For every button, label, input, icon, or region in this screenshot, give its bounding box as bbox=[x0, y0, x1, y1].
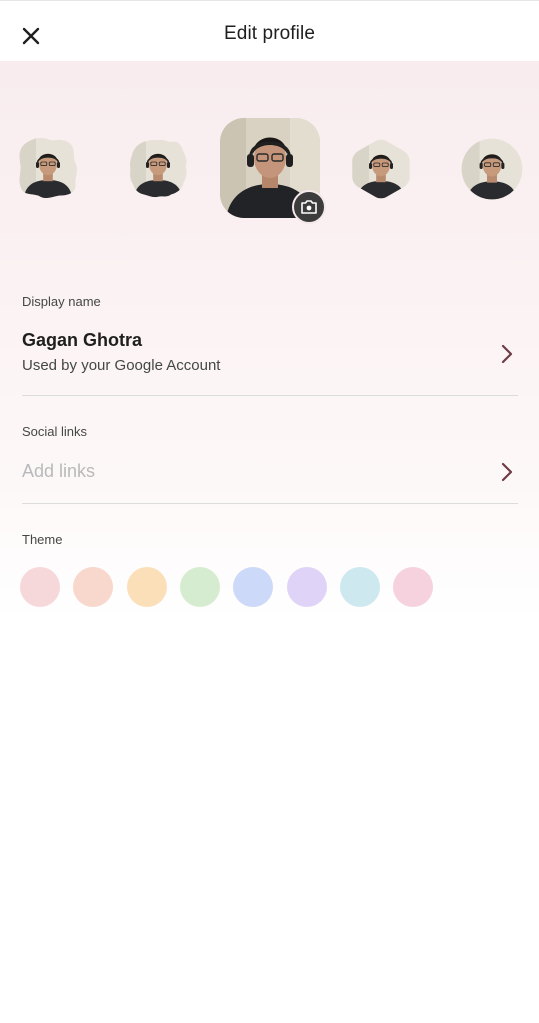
avatar-shape-hexagon[interactable] bbox=[351, 138, 411, 200]
add-links-placeholder: Add links bbox=[22, 461, 96, 481]
display-name-subtitle: Used by your Google Account bbox=[22, 357, 221, 374]
display-name-value: Gagan Ghotra bbox=[22, 330, 143, 350]
theme-swatch-3[interactable] bbox=[126, 567, 167, 607]
chevron-right-icon bbox=[501, 462, 513, 482]
theme-swatch-5[interactable] bbox=[233, 567, 274, 607]
chevron-right-icon bbox=[501, 344, 513, 364]
theme-swatch-6[interactable] bbox=[286, 567, 327, 607]
avatar-shape-scalloped[interactable] bbox=[128, 138, 188, 198]
theme-swatch-1[interactable] bbox=[20, 567, 60, 607]
divider bbox=[22, 503, 518, 504]
social-links-label: Social links bbox=[22, 424, 88, 439]
avatar-shape-circle[interactable] bbox=[461, 138, 523, 200]
avatar-carousel bbox=[0, 0, 539, 260]
change-photo-button[interactable] bbox=[292, 190, 326, 224]
theme-label: Theme bbox=[22, 532, 63, 547]
divider bbox=[22, 395, 518, 396]
theme-swatch-8[interactable] bbox=[393, 567, 434, 607]
theme-swatch-4[interactable] bbox=[179, 567, 220, 607]
social-links-row[interactable]: Add links bbox=[0, 461, 539, 491]
display-name-row[interactable]: Gagan Ghotra Used by your Google Account bbox=[0, 330, 539, 380]
avatar-shape-blob[interactable] bbox=[18, 138, 78, 198]
camera-icon bbox=[301, 200, 317, 214]
theme-swatch-7[interactable] bbox=[339, 567, 380, 607]
display-name-label: Display name bbox=[22, 294, 101, 309]
edit-profile-screen: Edit profile Display name Gagan Ghotra U… bbox=[0, 0, 539, 1023]
